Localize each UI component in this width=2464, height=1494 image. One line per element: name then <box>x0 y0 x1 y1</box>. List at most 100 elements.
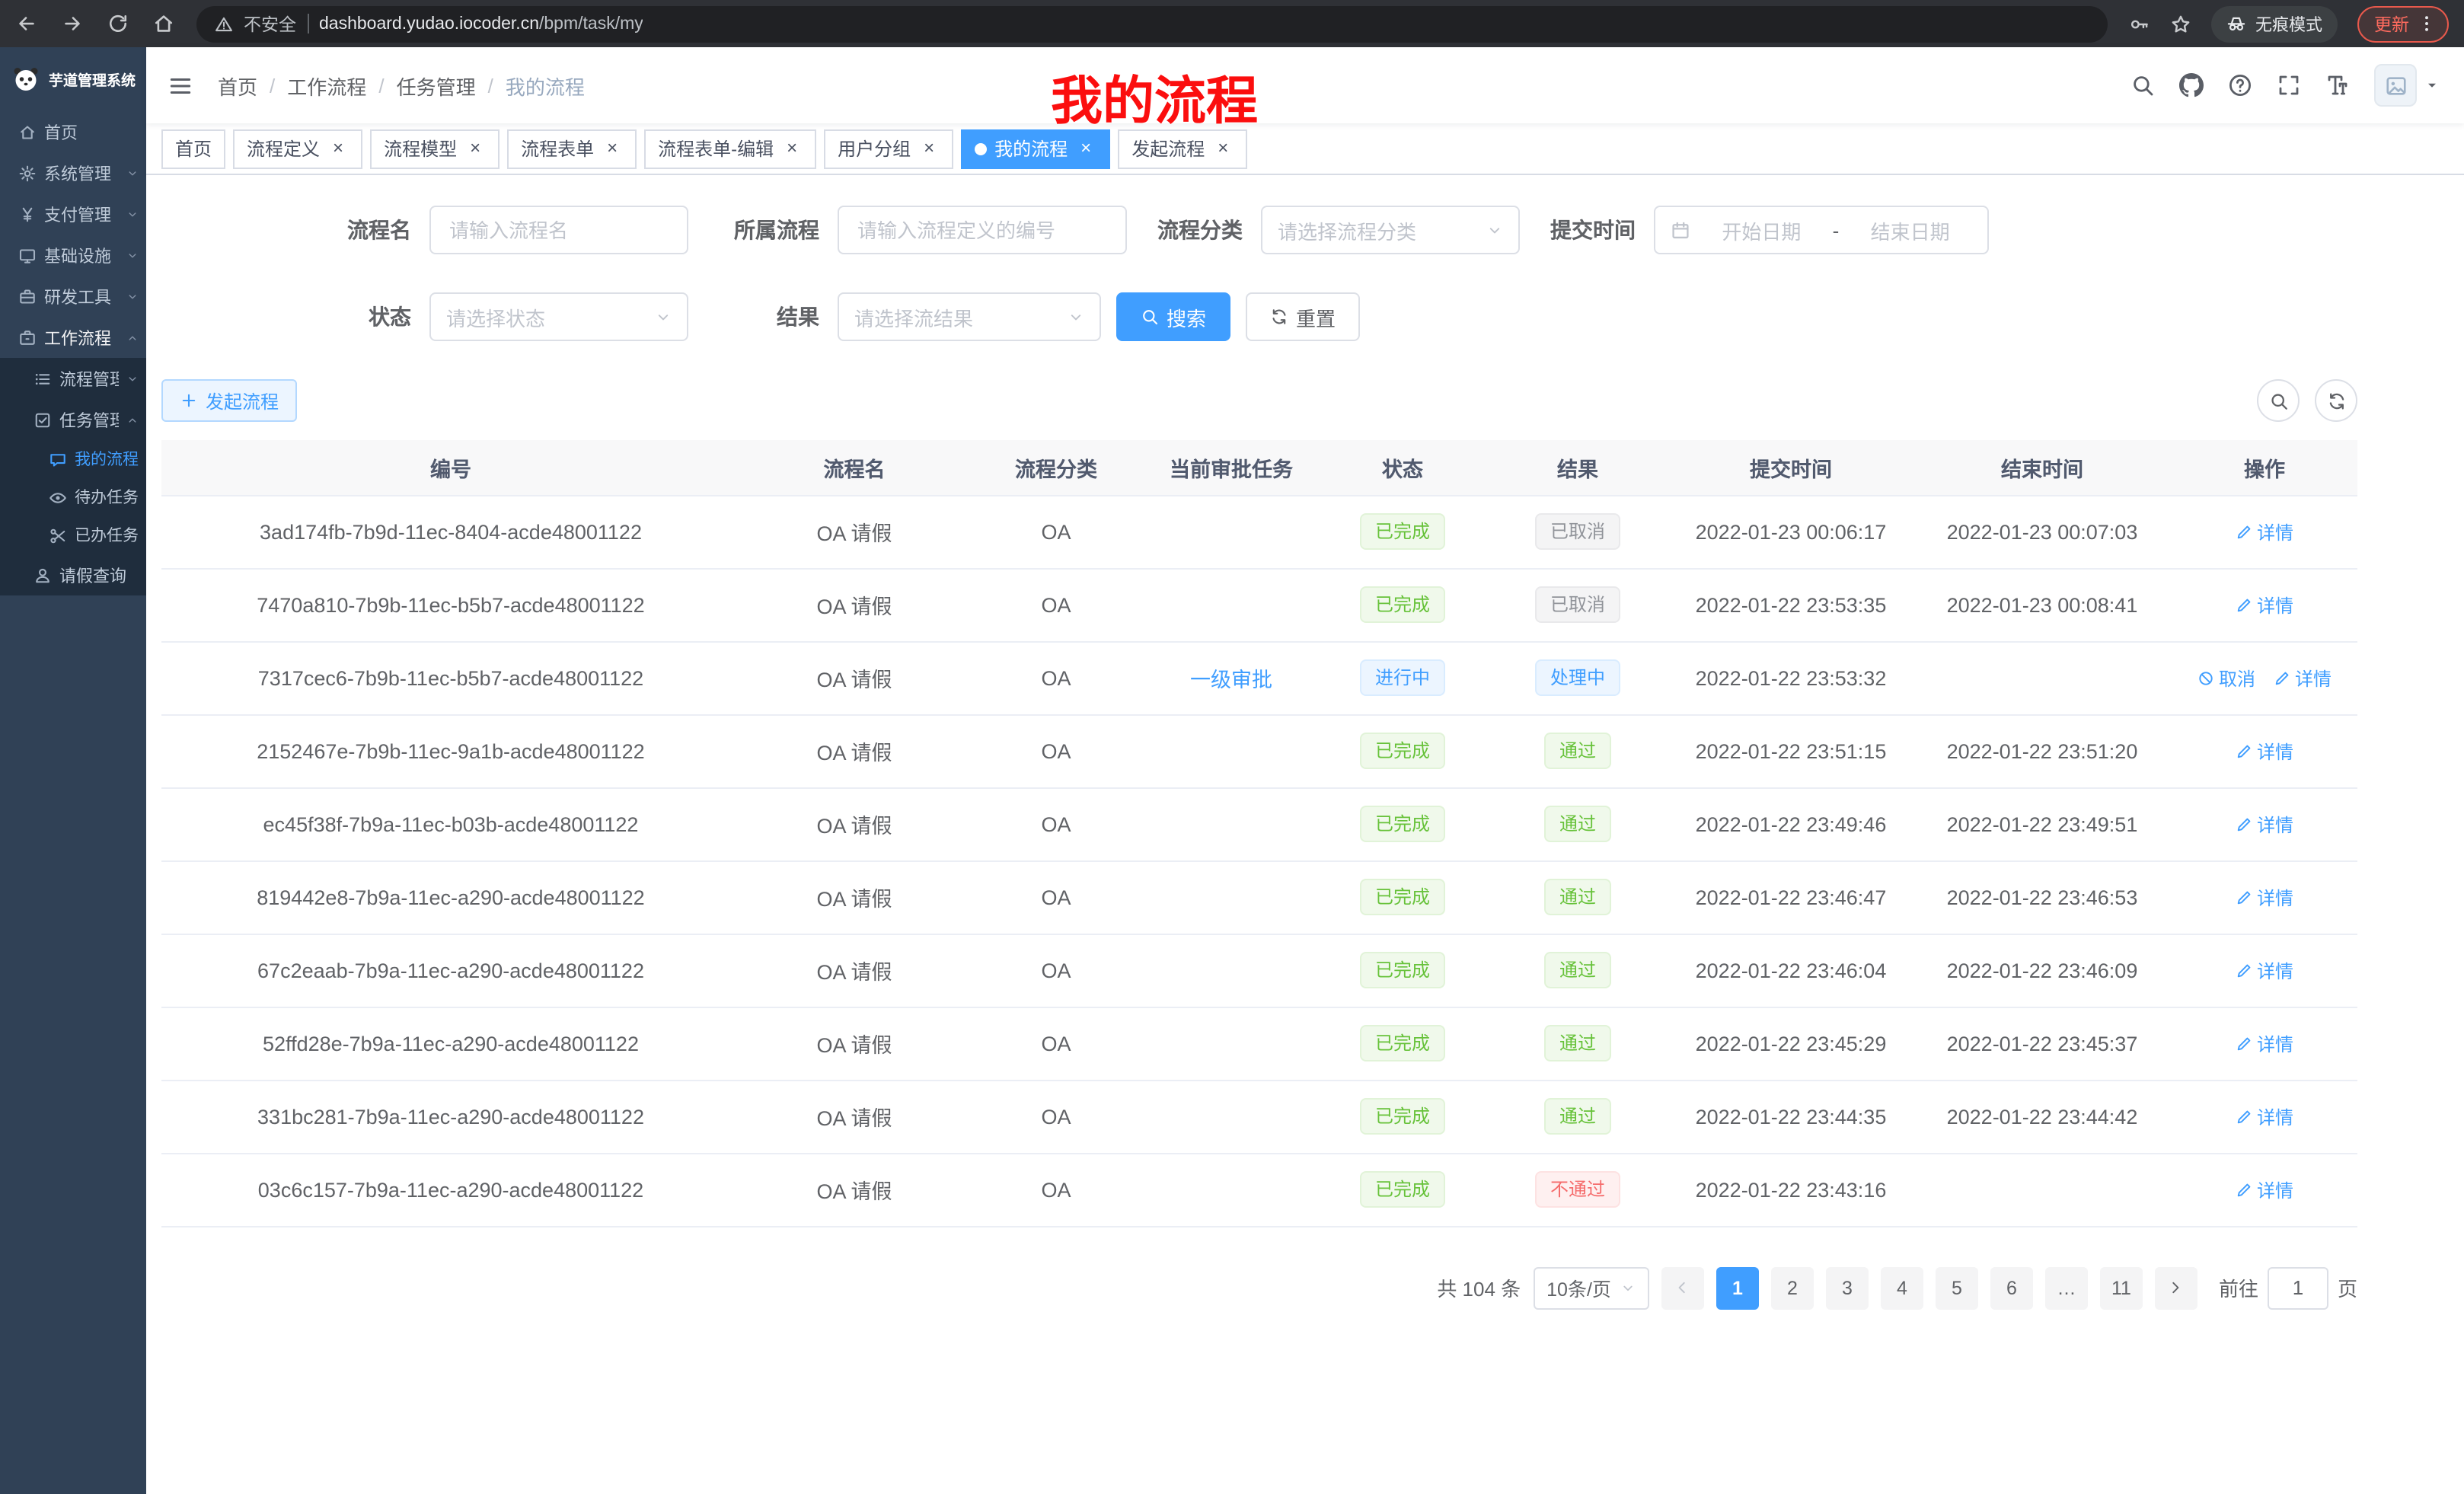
sidebar-item-devtools[interactable]: 研发工具 <box>0 276 146 317</box>
forward-icon[interactable] <box>61 12 84 35</box>
start-process-button[interactable]: 发起流程 <box>161 379 297 422</box>
sidebar-item-my-process[interactable]: 我的流程 <box>0 440 146 478</box>
page-button-3[interactable]: 3 <box>1826 1266 1869 1309</box>
page-size-select[interactable]: 10条/页 <box>1533 1266 1649 1309</box>
browser-nav-buttons <box>15 12 175 35</box>
tab-process-form[interactable]: 流程表单× <box>507 129 637 168</box>
help-icon[interactable] <box>2228 73 2252 97</box>
tab-my-process[interactable]: 我的流程× <box>961 129 1110 168</box>
breadcrumb-item[interactable]: 工作流程 <box>287 71 366 100</box>
sidebar-item-workflow[interactable]: 工作流程 <box>0 317 146 358</box>
kebab-menu-icon[interactable] <box>2417 14 2437 34</box>
next-page-button[interactable] <box>2155 1266 2197 1309</box>
sidebar-item-label: 任务管理 <box>59 407 119 432</box>
key-icon[interactable] <box>2129 13 2150 34</box>
close-icon[interactable]: × <box>327 138 349 159</box>
breadcrumb-item[interactable]: 任务管理 <box>397 71 476 100</box>
process-table: 编号流程名流程分类当前审批任务状态结果提交时间结束时间操作 3ad174fb-7… <box>161 440 2357 1227</box>
edit-icon <box>2274 669 2290 686</box>
close-icon[interactable]: × <box>918 138 940 159</box>
detail-link[interactable]: 详情 <box>2236 1103 2293 1129</box>
tab-process-model[interactable]: 流程模型× <box>370 129 500 168</box>
hamburger-icon[interactable] <box>155 72 206 98</box>
close-icon[interactable]: × <box>781 138 803 159</box>
sidebar-item-todo-tasks[interactable]: 待办任务 <box>0 478 146 516</box>
page-button-2[interactable]: 2 <box>1771 1266 1814 1309</box>
fullscreen-icon[interactable] <box>2277 73 2301 97</box>
font-size-icon[interactable] <box>2325 73 2350 97</box>
tab-user-group[interactable]: 用户分组× <box>824 129 953 168</box>
submit-time-range-picker[interactable]: 开始日期 - 结束日期 <box>1654 206 1989 254</box>
update-menu-button[interactable]: 更新 <box>2357 5 2449 42</box>
sidebar-item-leave-query[interactable]: 请假查询 <box>0 554 146 595</box>
cell-submit-time: 2022-01-22 23:53:32 <box>1669 641 1913 714</box>
page-buttons: 123456 … 11 <box>1716 1266 2143 1309</box>
tab-home[interactable]: 首页 <box>161 129 225 168</box>
process-name-input[interactable] <box>429 206 688 254</box>
cancel-link[interactable]: 取消 <box>2197 665 2255 691</box>
detail-link[interactable]: 详情 <box>2236 1176 2293 1202</box>
detail-link[interactable]: 详情 <box>2236 738 2293 764</box>
sidebar-item-infrastructure[interactable]: 基础设施 <box>0 235 146 276</box>
page-more-button[interactable]: … <box>2045 1266 2088 1309</box>
cell-submit-time: 2022-01-23 00:06:17 <box>1669 495 1913 568</box>
browser-home-icon[interactable] <box>152 12 175 35</box>
detail-link[interactable]: 详情 <box>2236 1030 2293 1056</box>
prev-page-button[interactable] <box>1661 1266 1704 1309</box>
address-bar[interactable]: 不安全 dashboard.yudao.iocoder.cn/bpm/task/… <box>196 5 2108 42</box>
breadcrumb-item[interactable]: 首页 <box>218 71 257 100</box>
cell-process-name: OA 请假 <box>740 641 969 714</box>
detail-link[interactable]: 详情 <box>2236 592 2293 618</box>
page-button-6[interactable]: 6 <box>1990 1266 2033 1309</box>
process-definition-input[interactable] <box>838 206 1127 254</box>
page-button-5[interactable]: 5 <box>1936 1266 1978 1309</box>
reload-icon[interactable] <box>107 12 129 35</box>
page-button-11[interactable]: 11 <box>2100 1266 2143 1309</box>
tab-start-process[interactable]: 发起流程× <box>1118 129 1247 168</box>
bookmark-star-icon[interactable] <box>2170 13 2191 34</box>
back-icon[interactable] <box>15 12 38 35</box>
caret-down-icon[interactable] <box>2424 78 2440 93</box>
github-icon[interactable] <box>2179 73 2204 97</box>
avatar[interactable] <box>2374 64 2417 107</box>
goto-page-input[interactable] <box>2268 1266 2328 1309</box>
browser-window: 不安全 dashboard.yudao.iocoder.cn/bpm/task/… <box>0 0 2464 1494</box>
toggle-search-button[interactable] <box>2257 379 2300 422</box>
tab-process-definition[interactable]: 流程定义× <box>233 129 362 168</box>
page-button-4[interactable]: 4 <box>1881 1266 1923 1309</box>
status-select[interactable]: 请选择状态 <box>429 292 688 341</box>
sidebar-item-label: 首页 <box>44 120 139 144</box>
url-text[interactable]: dashboard.yudao.iocoder.cn/bpm/task/my <box>319 14 643 33</box>
sidebar-item-system[interactable]: 系统管理 <box>0 152 146 193</box>
detail-link[interactable]: 详情 <box>2236 884 2293 910</box>
detail-link[interactable]: 详情 <box>2236 811 2293 837</box>
close-icon[interactable]: × <box>464 138 486 159</box>
sidebar-item-payment[interactable]: 支付管理 <box>0 193 146 235</box>
category-select[interactable]: 请选择流程分类 <box>1261 206 1520 254</box>
navbar-actions <box>2130 64 2440 107</box>
column-header: 编号 <box>161 440 740 495</box>
security-label[interactable]: 不安全 <box>244 11 296 36</box>
reset-button[interactable]: 重置 <box>1246 292 1360 341</box>
sidebar-item-task-mgmt[interactable]: 任务管理 <box>0 399 146 440</box>
sidebar-item-process-mgmt[interactable]: 流程管理 <box>0 358 146 399</box>
close-icon[interactable]: × <box>1075 138 1096 159</box>
refresh-table-button[interactable] <box>2315 379 2357 422</box>
current-task-link[interactable]: 一级审批 <box>1190 669 1272 691</box>
detail-link[interactable]: 详情 <box>2274 665 2332 691</box>
close-icon[interactable]: × <box>602 138 623 159</box>
cell-status: 已完成 <box>1319 934 1486 1007</box>
tab-process-form-edit[interactable]: 流程表单-编辑× <box>644 129 816 168</box>
close-icon[interactable]: × <box>1212 138 1234 159</box>
sidebar-item-done-tasks[interactable]: 已办任务 <box>0 516 146 554</box>
search-button[interactable]: 搜索 <box>1116 292 1230 341</box>
app-logo[interactable]: 芋道管理系统 <box>0 47 146 111</box>
breadcrumb: 首页/工作流程/任务管理/我的流程 <box>218 71 585 100</box>
user-menu[interactable] <box>2374 64 2440 107</box>
header-search-icon[interactable] <box>2130 73 2155 97</box>
result-select[interactable]: 请选择流结果 <box>838 292 1101 341</box>
detail-link[interactable]: 详情 <box>2236 519 2293 544</box>
page-button-1[interactable]: 1 <box>1716 1266 1759 1309</box>
detail-link[interactable]: 详情 <box>2236 957 2293 983</box>
sidebar-item-home[interactable]: 首页 <box>0 111 146 152</box>
